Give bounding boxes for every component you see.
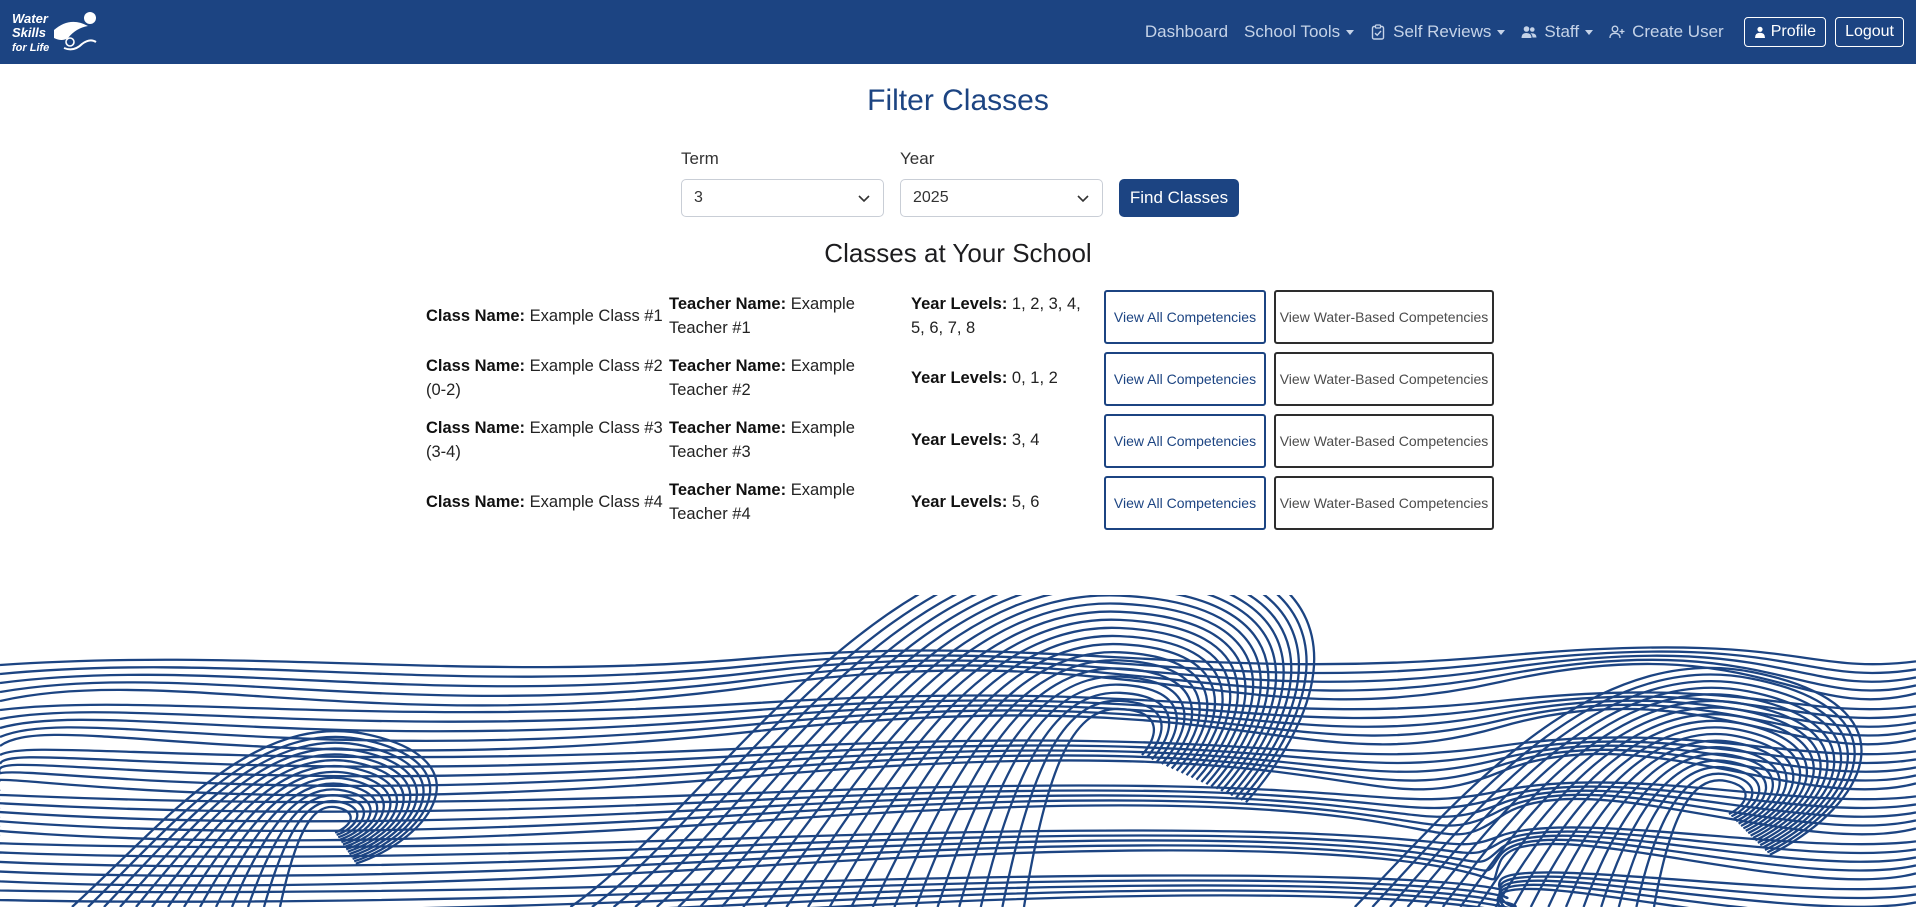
class-name-value: Example Class #4	[529, 493, 663, 511]
profile-button[interactable]: Profile	[1743, 17, 1827, 47]
teacher-name-label: Teacher Name:	[669, 419, 787, 437]
chevron-down-icon	[858, 195, 870, 203]
top-navbar: Water Skills for Life Dashboard School T…	[0, 0, 1916, 64]
year-levels-label: Year Levels:	[911, 295, 1008, 313]
teacher-name-label: Teacher Name:	[669, 295, 787, 313]
logout-button[interactable]: Logout	[1835, 17, 1904, 47]
nav-self-reviews-dropdown[interactable]: Self Reviews	[1370, 22, 1506, 42]
logout-button-label: Logout	[1845, 23, 1894, 40]
class-name-value: Example Class #1	[529, 307, 663, 325]
year-levels-cell: Year Levels: 1, 2, 3, 4, 5, 6, 7, 8	[911, 288, 1091, 344]
year-levels-label: Year Levels:	[911, 493, 1008, 511]
caret-down-icon	[1497, 29, 1506, 35]
find-classes-button[interactable]: Find Classes	[1119, 179, 1239, 217]
year-levels-value: 3, 4	[1011, 431, 1040, 449]
year-select[interactable]: 2025	[900, 179, 1103, 217]
class-name-label: Class Name:	[426, 419, 526, 437]
decorative-waves-illustration	[0, 595, 1916, 907]
class-name-cell: Class Name: Example Class #3 (3-4)	[426, 412, 666, 468]
teacher-name-label: Teacher Name:	[669, 357, 787, 375]
view-water-based-competencies-button[interactable]: View Water-Based Competencies	[1274, 352, 1494, 406]
class-name-label: Class Name:	[426, 493, 526, 511]
year-levels-value: 5, 6	[1011, 493, 1040, 511]
year-levels-label: Year Levels:	[911, 431, 1008, 449]
chevron-down-icon	[1077, 195, 1089, 203]
nav-create-user[interactable]: Create User	[1609, 22, 1724, 42]
year-levels-label: Year Levels:	[911, 369, 1008, 387]
teacher-name-cell: Teacher Name: Example Teacher #3	[669, 412, 879, 468]
view-all-competencies-button[interactable]: View All Competencies	[1104, 414, 1266, 468]
class-name-cell: Class Name: Example Class #4	[426, 474, 666, 530]
term-select-value: 3	[694, 189, 703, 206]
year-label: Year	[900, 149, 935, 168]
view-water-based-competencies-button[interactable]: View Water-Based Competencies	[1274, 290, 1494, 344]
year-levels-cell: Year Levels: 0, 1, 2	[911, 350, 1091, 406]
logo-line-1: Water	[12, 11, 49, 26]
teacher-name-cell: Teacher Name: Example Teacher #1	[669, 288, 879, 344]
people-icon	[1521, 26, 1537, 38]
class-name-label: Class Name:	[426, 307, 526, 325]
nav-create-user-label: Create User	[1632, 22, 1724, 41]
nav-menu: Dashboard School Tools Self Reviews Staf…	[1145, 0, 1904, 64]
class-name-cell: Class Name: Example Class #1	[426, 288, 666, 344]
teacher-name-cell: Teacher Name: Example Teacher #2	[669, 350, 879, 406]
logo-line-3: for Life	[12, 42, 49, 54]
class-row: Class Name: Example Class #2 (0-2) Teach…	[426, 350, 1496, 406]
caret-down-icon	[1346, 29, 1355, 35]
class-row: Class Name: Example Class #1 Teacher Nam…	[426, 288, 1496, 344]
year-select-value: 2025	[913, 189, 949, 206]
nav-school-tools-label: School Tools	[1244, 22, 1341, 41]
term-label: Term	[681, 149, 719, 168]
nav-school-tools-dropdown[interactable]: School Tools	[1244, 22, 1355, 42]
nav-staff-label: Staff	[1544, 22, 1580, 41]
profile-button-label: Profile	[1770, 23, 1817, 40]
nav-self-reviews-label: Self Reviews	[1393, 22, 1492, 41]
view-water-based-competencies-button[interactable]: View Water-Based Competencies	[1274, 414, 1494, 468]
term-select[interactable]: 3	[681, 179, 884, 217]
class-name-label: Class Name:	[426, 357, 526, 375]
person-icon	[1754, 26, 1765, 38]
view-all-competencies-button[interactable]: View All Competencies	[1104, 352, 1266, 406]
clipboard-check-icon	[1371, 24, 1385, 40]
water-skills-for-life-logo[interactable]: Water Skills for Life	[10, 8, 100, 56]
view-water-based-competencies-button[interactable]: View Water-Based Competencies	[1274, 476, 1494, 530]
logo-line-2: Skills	[12, 25, 46, 40]
year-levels-cell: Year Levels: 5, 6	[911, 474, 1091, 530]
view-all-competencies-button[interactable]: View All Competencies	[1104, 290, 1266, 344]
class-name-cell: Class Name: Example Class #2 (0-2)	[426, 350, 666, 406]
teacher-name-cell: Teacher Name: Example Teacher #4	[669, 474, 879, 530]
teacher-name-label: Teacher Name:	[669, 481, 787, 499]
caret-down-icon	[1585, 29, 1594, 35]
person-plus-icon	[1609, 25, 1625, 39]
nav-dashboard-label: Dashboard	[1144, 22, 1229, 41]
page-title: Filter Classes	[867, 84, 1049, 117]
view-all-competencies-button[interactable]: View All Competencies	[1104, 476, 1266, 530]
classes-section-title: Classes at Your School	[824, 238, 1092, 268]
class-row: Class Name: Example Class #4 Teacher Nam…	[426, 474, 1496, 530]
class-row: Class Name: Example Class #3 (3-4) Teach…	[426, 412, 1496, 468]
nav-dashboard[interactable]: Dashboard	[1145, 22, 1228, 42]
nav-staff-dropdown[interactable]: Staff	[1521, 22, 1594, 42]
year-levels-cell: Year Levels: 3, 4	[911, 412, 1091, 468]
year-levels-value: 0, 1, 2	[1011, 369, 1058, 387]
